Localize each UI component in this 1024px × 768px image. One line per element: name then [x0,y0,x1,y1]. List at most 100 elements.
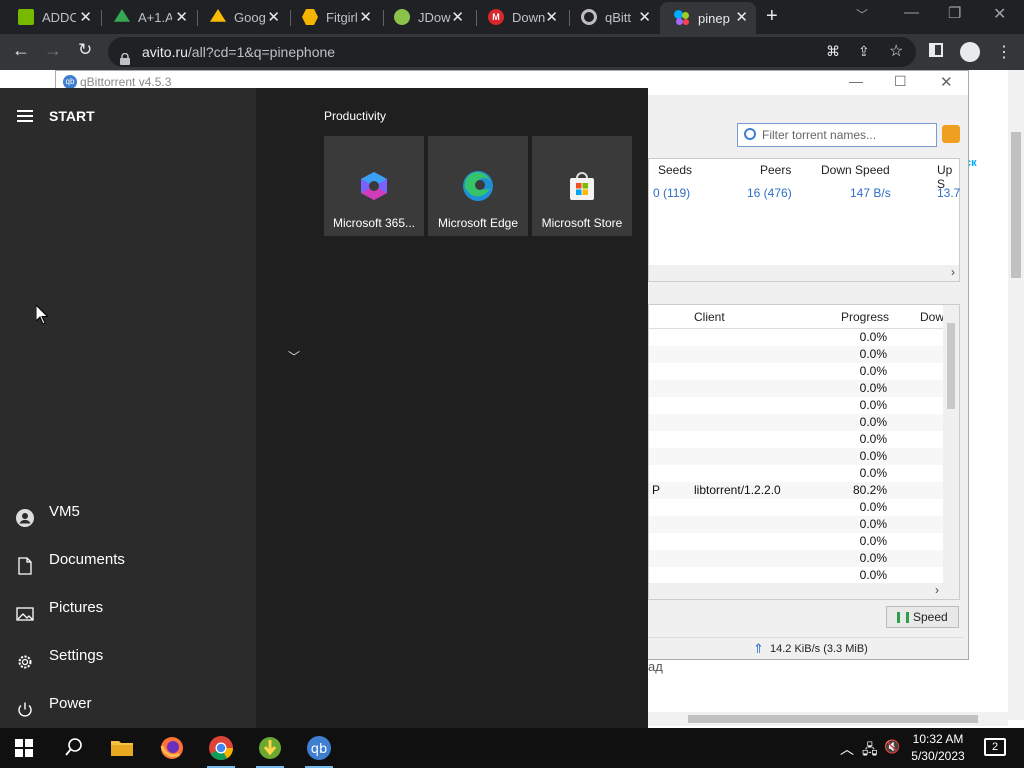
search-icon[interactable] [60,734,88,762]
column-header-seeds[interactable]: Seeds [658,163,692,177]
chrome-icon[interactable] [207,734,235,768]
cell-up-speed[interactable]: 13.7 [937,186,960,200]
translate-icon[interactable]: ⌘ [826,43,840,60]
horizontal-scrollbar[interactable]: › [649,265,959,281]
peer-row[interactable]: 0.0% [649,465,944,482]
peer-row[interactable]: 0.0% [649,516,944,533]
tile-microsoft-edge[interactable]: Microsoft Edge [428,136,528,236]
jdownloader-icon[interactable] [256,734,284,768]
upload-arrow-icon: ⇑ [753,641,764,656]
tab-3[interactable]: Fitgirl ✕ [284,4,380,30]
rail-item-power[interactable]: Power [0,684,256,724]
column-header-client[interactable]: Client [694,310,725,324]
tab-2[interactable]: Goog ✕ [192,4,288,30]
rail-item-pictures[interactable]: Pictures [0,588,256,628]
tab-0[interactable]: ADDC ✕ [0,4,100,30]
cell-peers[interactable]: 16 (476) [747,186,792,200]
page-horizontal-scrollbar[interactable] [648,712,1008,726]
bookmark-star-icon[interactable]: ☆ [889,41,903,61]
close-icon[interactable]: ✕ [175,8,188,26]
peer-progress: 0.0% [859,568,887,582]
cell-seeds[interactable]: 0 (119) [653,186,690,200]
speed-button[interactable]: Speed [886,606,959,628]
address-bar[interactable]: avito.ru/all?cd=1&q=pinephone [108,37,916,67]
network-icon[interactable]: 🖧 [862,739,878,763]
peer-row[interactable]: Plibtorrent/1.2.2.0 80.2% [649,482,944,499]
system-clock[interactable]: 10:32 AM 5/30/2023 [903,731,973,765]
horizontal-scrollbar[interactable]: › [649,583,959,599]
vertical-scrollbar[interactable] [943,305,959,585]
peer-row[interactable]: 0.0% [649,431,944,448]
close-icon[interactable]: ✕ [79,8,92,26]
tab-7-active[interactable]: pinep ✕ [660,2,756,34]
tab-5[interactable]: M Down ✕ [470,4,566,30]
peer-row[interactable]: 0.0% [649,329,944,346]
peer-row[interactable]: 0.0% [649,380,944,397]
tab-search-chevron-icon[interactable]: ﹀ [856,6,868,23]
lock-icon[interactable] [942,125,960,143]
rail-item-user[interactable]: VM5 [0,492,256,532]
tile-microsoft-365[interactable]: Microsoft 365... [324,136,424,236]
windows-start-icon[interactable] [12,736,36,760]
show-hidden-icons-chevron-icon[interactable]: ︿ [840,739,854,759]
peer-row[interactable]: 0.0% [649,533,944,550]
close-icon[interactable]: ✕ [638,8,651,26]
close-icon[interactable]: ✕ [451,8,464,26]
notification-center-icon[interactable]: 2 [984,738,1006,756]
new-tab-plus-icon[interactable]: + [766,5,778,28]
tile-microsoft-store[interactable]: Microsoft Store [532,136,632,236]
column-header-progress[interactable]: Progress [841,310,889,324]
chevron-right-icon[interactable]: › [935,583,939,597]
more-menu-icon[interactable]: ⋮ [996,42,1012,62]
rail-item-settings[interactable]: Settings [0,636,256,676]
share-icon[interactable]: ⇪ [858,43,870,60]
back-arrow-icon[interactable]: ← [12,40,30,61]
filter-torrents-input[interactable]: Filter torrent names... [737,123,937,147]
tab-4-title: JDow [418,9,451,25]
profile-avatar-icon[interactable] [960,42,980,62]
close-icon[interactable]: ✕ [545,8,558,26]
scrollbar-thumb[interactable] [947,323,955,409]
peer-row[interactable]: 0.0% [649,499,944,516]
close-window-icon[interactable]: ✕ [940,73,953,91]
maximize-icon[interactable]: ☐ [894,73,907,90]
column-header-down[interactable]: Dow [920,310,944,324]
tab-2-title: Goog [234,9,266,25]
tab-4[interactable]: JDow ✕ [376,4,472,30]
cell-down-speed[interactable]: 147 B/s [850,186,891,200]
column-header-down-speed[interactable]: Down Speed [821,163,890,177]
filter-placeholder: Filter torrent names... [762,128,877,142]
scrollbar-thumb[interactable] [688,715,978,723]
clock-time: 10:32 AM [912,732,964,746]
column-header-peers[interactable]: Peers [760,163,791,177]
peer-row[interactable]: 0.0% [649,567,944,584]
hamburger-menu-icon[interactable] [17,110,33,122]
chevron-down-icon[interactable]: ﹀ [288,348,300,365]
peer-row[interactable]: 0.0% [649,397,944,414]
page-vertical-scrollbar[interactable] [1008,70,1024,720]
peer-row[interactable]: 0.0% [649,363,944,380]
minimize-icon[interactable]: — [849,73,863,89]
peer-row[interactable]: 0.0% [649,448,944,465]
file-explorer-icon[interactable] [108,734,136,762]
side-panel-icon[interactable] [929,43,943,57]
close-icon[interactable]: ✕ [735,8,748,26]
minimize-icon[interactable]: — [904,4,919,21]
tab-6[interactable]: qBitt ✕ [563,4,659,30]
close-icon[interactable]: ✕ [267,8,280,26]
reload-icon[interactable]: ↻ [78,40,92,60]
scrollbar-thumb[interactable] [1011,132,1021,278]
peer-row[interactable]: 0.0% [649,346,944,363]
peer-row[interactable]: 0.0% [649,414,944,431]
chevron-right-icon[interactable]: › [951,265,955,279]
tab-1[interactable]: A+1.A ✕ [96,4,196,30]
qbittorrent-icon[interactable]: qb [305,734,333,768]
volume-muted-icon[interactable]: 🔇 [884,739,900,755]
firefox-icon[interactable] [158,734,186,762]
peer-row[interactable]: 0.0% [649,550,944,567]
forward-arrow-icon[interactable]: → [44,40,62,61]
restore-icon[interactable]: ❐ [948,4,961,22]
close-icon[interactable]: ✕ [359,8,372,26]
close-window-icon[interactable]: ✕ [993,4,1006,24]
rail-item-documents[interactable]: Documents [0,540,256,580]
